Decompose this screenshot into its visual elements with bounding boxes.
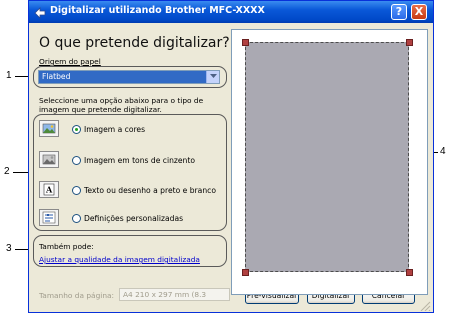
page-title: O que pretende digitalizar? xyxy=(39,35,230,51)
callout-2: 2 xyxy=(4,166,10,177)
page-size-select[interactable]: A4 210 x 297 mm (8.3 xyxy=(119,288,230,301)
title-bar[interactable]: Digitalizar utilizando Brother MFC-XXXX … xyxy=(29,1,433,23)
callout-4: 4 xyxy=(440,146,446,157)
also-highlight xyxy=(33,235,227,267)
window-title: Digitalizar utilizando Brother MFC-XXXX xyxy=(50,5,265,16)
scanner-icon xyxy=(34,7,46,19)
scan-area-handle-bottom-right[interactable] xyxy=(406,269,413,276)
help-button[interactable]: ? xyxy=(391,4,407,20)
callout-3: 3 xyxy=(6,243,12,254)
resize-grip-icon[interactable] xyxy=(417,299,431,311)
scan-area[interactable] xyxy=(245,42,409,272)
page-size-label: Tamanho da página: xyxy=(39,291,115,300)
scan-area-handle-bottom-left[interactable] xyxy=(242,269,249,276)
callout-1: 1 xyxy=(6,70,12,81)
instruction-text: Seleccione uma opção abaixo para o tipo … xyxy=(39,96,204,114)
scan-options-highlight xyxy=(33,114,227,231)
preview-pane xyxy=(231,29,428,295)
scan-area-handle-top-right[interactable] xyxy=(406,39,413,46)
paper-source-highlight xyxy=(33,66,227,88)
scan-area-handle-top-left[interactable] xyxy=(242,39,249,46)
close-button[interactable]: X xyxy=(411,4,427,20)
paper-source-label-text: Origem do papel xyxy=(39,57,101,66)
paper-source-label: Origem do papel xyxy=(39,57,101,66)
